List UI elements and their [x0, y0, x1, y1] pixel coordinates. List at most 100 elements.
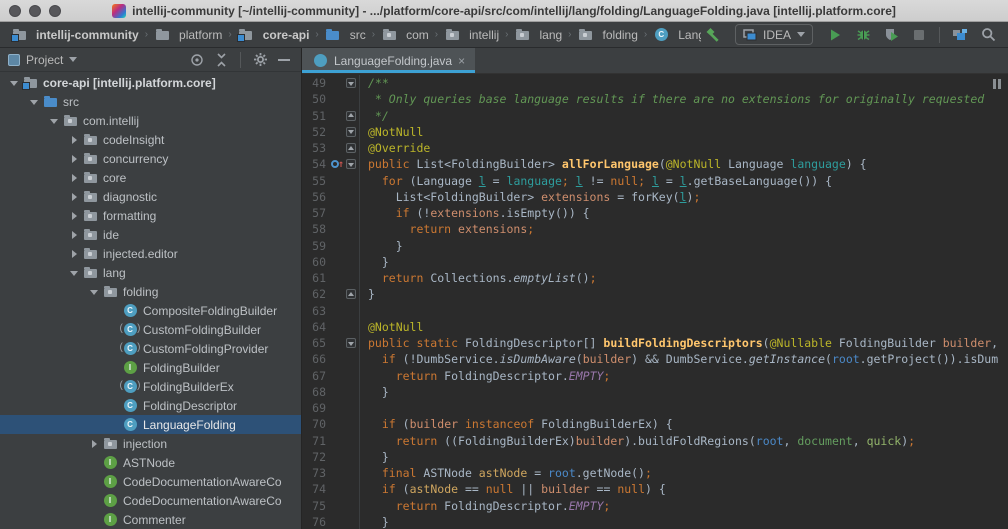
run-configuration-select[interactable]: IDEA [734, 24, 813, 45]
chevron-expanded-icon[interactable] [66, 266, 82, 280]
code-line-58[interactable]: 58 return extensions; [302, 221, 1008, 238]
tree-item-codeinsight[interactable]: codeInsight [0, 130, 301, 149]
code-line-67[interactable]: 67 return FoldingDescriptor.EMPTY; [302, 367, 1008, 384]
debug-button[interactable] [851, 24, 875, 46]
breadcrumb-item-intellij-community[interactable]: intellij-community [8, 27, 142, 43]
settings-gear-icon[interactable] [251, 51, 269, 69]
code-line-57[interactable]: 57 if (!extensions.isEmpty()) { [302, 205, 1008, 222]
breadcrumb-item-folding[interactable]: folding [575, 27, 641, 43]
chevron-collapsed-icon[interactable] [66, 136, 82, 144]
hide-panel-icon[interactable] [275, 51, 293, 69]
tree-item-customfoldingprovider[interactable]: CCustomFoldingProvider [0, 339, 301, 358]
override-method-gutter-icon[interactable]: ↑ [330, 159, 344, 170]
breadcrumb-item-languagefolding[interactable]: C LanguageFolding [650, 27, 701, 43]
breadcrumb-item-intellij[interactable]: intellij [441, 27, 502, 43]
code-line-49[interactable]: 49 /** [302, 75, 1008, 92]
code-line-72[interactable]: 72 } [302, 448, 1008, 465]
chevron-expanded-icon[interactable] [46, 114, 62, 128]
chevron-collapsed-icon[interactable] [86, 440, 102, 448]
run-with-coverage-button[interactable] [879, 24, 903, 46]
code-line-61[interactable]: 61 return Collections.emptyList(); [302, 270, 1008, 287]
fold-region-start-icon[interactable] [346, 78, 356, 89]
code-line-60[interactable]: 60 } [302, 253, 1008, 270]
tree-item-com-intellij[interactable]: com.intellij [0, 111, 301, 130]
code-line-64[interactable]: 64 @NotNull [302, 318, 1008, 335]
tree-item-concurrency[interactable]: concurrency [0, 149, 301, 168]
tree-item-codedocumentationawareco[interactable]: I CodeDocumentationAwareCo [0, 472, 301, 491]
code-line-62[interactable]: 62} [302, 286, 1008, 303]
fold-region-end-icon[interactable] [346, 110, 356, 121]
fold-region-start-icon[interactable] [346, 159, 356, 170]
stop-button[interactable] [907, 24, 931, 46]
fold-region-end-icon[interactable] [346, 289, 356, 300]
zoom-window-icon[interactable] [49, 5, 61, 17]
code-line-75[interactable]: 75 return FoldingDescriptor.EMPTY; [302, 497, 1008, 514]
chevron-collapsed-icon[interactable] [66, 212, 82, 220]
tree-item-foldingdescriptor[interactable]: C FoldingDescriptor [0, 396, 301, 415]
code-line-63[interactable]: 63 [302, 302, 1008, 319]
tree-item-commenter[interactable]: I Commenter [0, 510, 301, 529]
tree-item-core[interactable]: core [0, 168, 301, 187]
breadcrumb-item-core-api[interactable]: core-api [235, 27, 313, 43]
breadcrumb-item-src[interactable]: src [322, 27, 369, 43]
chevron-collapsed-icon[interactable] [66, 250, 82, 258]
close-window-icon[interactable] [9, 5, 21, 17]
breadcrumb-item-com[interactable]: com [378, 27, 432, 43]
tree-item-customfoldingbuilder[interactable]: CCustomFoldingBuilder [0, 320, 301, 339]
chevron-collapsed-icon[interactable] [66, 231, 82, 239]
chevron-expanded-icon[interactable] [86, 285, 102, 299]
chevron-collapsed-icon[interactable] [66, 155, 82, 163]
tree-item-languagefolding[interactable]: C LanguageFolding [0, 415, 301, 434]
code-line-68[interactable]: 68 } [302, 383, 1008, 400]
code-line-54[interactable]: 54 ↑ public List<FoldingBuilder> allForLan… [302, 156, 1008, 173]
code-line-76[interactable]: 76 } [302, 513, 1008, 529]
chevron-collapsed-icon[interactable] [66, 174, 82, 182]
code-editor[interactable]: 49/** 50 * Only queries base language res… [302, 74, 1008, 529]
minimize-window-icon[interactable] [29, 5, 41, 17]
tree-item-foldingbuilder[interactable]: I FoldingBuilder [0, 358, 301, 377]
editor-preview-bars-icon[interactable] [993, 79, 1001, 89]
project-structure-icon[interactable] [948, 24, 972, 46]
fold-region-start-icon[interactable] [346, 126, 356, 137]
code-line-56[interactable]: 56 List<FoldingBuilder> extensions = for… [302, 188, 1008, 205]
tree-item-compositefoldingbuilder[interactable]: C CompositeFoldingBuilder [0, 301, 301, 320]
locate-file-icon[interactable] [188, 51, 206, 69]
chevron-expanded-icon[interactable] [26, 95, 42, 109]
tree-item-injection[interactable]: injection [0, 434, 301, 453]
code-line-70[interactable]: 70 if (builder instanceof FoldingBuilder… [302, 416, 1008, 433]
code-line-74[interactable]: 74 if (astNode == null || builder == nul… [302, 481, 1008, 498]
fold-region-start-icon[interactable] [346, 338, 356, 349]
tree-item-core-api-intellij-platform-core[interactable]: core-api [intellij.platform.core] [0, 73, 301, 92]
code-line-66[interactable]: 66 if (!DumbService.isDumbAware(builder)… [302, 351, 1008, 368]
tree-item-codedocumentationawareco[interactable]: I CodeDocumentationAwareCo [0, 491, 301, 510]
search-icon[interactable] [976, 24, 1000, 46]
build-hammer-icon[interactable] [701, 24, 725, 46]
project-panel-title[interactable]: Project [26, 53, 63, 67]
tree-item-src[interactable]: src [0, 92, 301, 111]
tree-item-foldingbuilderex[interactable]: CFoldingBuilderEx [0, 377, 301, 396]
code-line-50[interactable]: 50 * Only queries base language results … [302, 91, 1008, 108]
chevron-collapsed-icon[interactable] [66, 193, 82, 201]
code-line-55[interactable]: 55 for (Language l = language; l != null… [302, 172, 1008, 189]
tree-item-astnode[interactable]: I ASTNode [0, 453, 301, 472]
tree-item-ide[interactable]: ide [0, 225, 301, 244]
code-line-65[interactable]: 65 public static FoldingDescriptor[] buil… [302, 335, 1008, 352]
tree-item-folding[interactable]: folding [0, 282, 301, 301]
code-line-59[interactable]: 59 } [302, 237, 1008, 254]
close-tab-icon[interactable]: × [458, 55, 465, 67]
tree-item-diagnostic[interactable]: diagnostic [0, 187, 301, 206]
code-line-53[interactable]: 53 @Override [302, 140, 1008, 157]
tree-item-injected-editor[interactable]: injected.editor [0, 244, 301, 263]
breadcrumb-item-lang[interactable]: lang [511, 27, 565, 43]
code-line-71[interactable]: 71 return ((FoldingBuilderEx)builder).bu… [302, 432, 1008, 449]
chevron-expanded-icon[interactable] [6, 76, 22, 90]
chevron-down-icon[interactable] [69, 57, 78, 62]
fold-region-end-icon[interactable] [346, 143, 356, 154]
run-button[interactable] [823, 24, 847, 46]
tree-item-lang[interactable]: lang [0, 263, 301, 282]
breadcrumb-item-platform[interactable]: platform [151, 27, 225, 43]
collapse-all-icon[interactable] [212, 51, 230, 69]
code-line-51[interactable]: 51 */ [302, 107, 1008, 124]
tab-languagefolding-java[interactable]: LanguageFolding.java × [302, 48, 476, 73]
code-line-69[interactable]: 69 [302, 400, 1008, 417]
